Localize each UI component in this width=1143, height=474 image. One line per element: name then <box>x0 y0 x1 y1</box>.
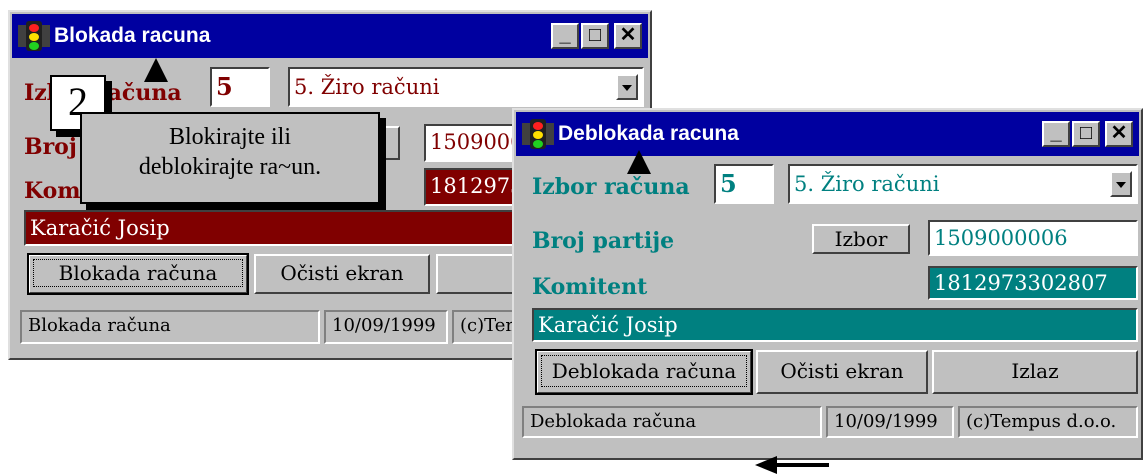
callout-line2: deblokirajte ra~un. <box>138 154 322 180</box>
izlaz-button[interactable]: Izlaz <box>932 350 1138 394</box>
blokada-button-label: Blokada računa <box>33 259 243 287</box>
minimize-icon[interactable]: _ <box>1042 121 1070 147</box>
close-icon[interactable]: ✕ <box>614 23 642 49</box>
status-text: Blokada računa <box>20 310 320 344</box>
callout-line1: Blokirajte ili <box>169 124 291 150</box>
callout-box: Blokirajte ili deblokirajte ra~un. <box>80 112 380 204</box>
chevron-down-icon[interactable] <box>616 74 638 100</box>
left-arrow-shaft <box>775 463 829 467</box>
chevron-down-icon[interactable] <box>1110 171 1132 197</box>
deblokada-window: Deblokada racuna _ □ ✕ Izbor računa 5 5.… <box>512 108 1143 460</box>
komitent-field: 1812973302807 <box>928 266 1138 300</box>
name-field: Karačić Josip <box>532 308 1138 342</box>
titlebar[interactable]: Deblokada racuna _ □ ✕ <box>516 112 1139 156</box>
izbor-select-value: 5. Žiro računi <box>794 172 940 196</box>
maximize-icon[interactable]: □ <box>1072 121 1100 147</box>
izbor-select[interactable]: 5. Žiro računi <box>288 67 644 107</box>
broj-label: Broj partije <box>532 228 675 254</box>
window-title: Blokada racuna <box>54 24 211 47</box>
maximize-icon[interactable]: □ <box>581 23 609 49</box>
status-date: 10/09/1999 <box>324 310 448 344</box>
deblokada-button-label: Deblokada računa <box>541 355 747 387</box>
izbor-code-field[interactable]: 5 <box>210 67 270 107</box>
blokada-button[interactable]: Blokada računa <box>27 253 249 295</box>
title-pointer-arrow-icon <box>627 150 651 174</box>
komitent-label: Komitent <box>532 274 648 300</box>
traffic-light-icon <box>522 117 554 151</box>
left-arrow-icon <box>755 456 777 474</box>
traffic-light-icon <box>18 19 50 53</box>
izbor-button[interactable]: Izbor <box>812 224 910 254</box>
status-text: Deblokada računa <box>522 406 822 438</box>
izbor-label: Izbor računa <box>532 174 690 200</box>
titlebar[interactable]: Blokada racuna _ □ ✕ <box>12 14 648 58</box>
window-title: Deblokada racuna <box>558 122 739 145</box>
izbor-select-value: 5. Žiro računi <box>294 75 440 99</box>
status-copyright: (c)Tempus d.o.o. <box>958 406 1138 438</box>
status-date: 10/09/1999 <box>826 406 954 438</box>
izbor-select[interactable]: 5. Žiro računi <box>788 164 1138 204</box>
title-pointer-arrow-icon <box>144 58 168 82</box>
ocisti-button[interactable]: Očisti ekran <box>756 350 928 394</box>
deblokada-button[interactable]: Deblokada računa <box>535 349 753 395</box>
minimize-icon[interactable]: _ <box>551 23 579 49</box>
close-icon[interactable]: ✕ <box>1105 121 1133 147</box>
broj-field[interactable]: 1509000006 <box>928 220 1138 256</box>
izbor-code-field[interactable]: 5 <box>714 164 774 204</box>
ocisti-button[interactable]: Očisti ekran <box>254 254 430 294</box>
